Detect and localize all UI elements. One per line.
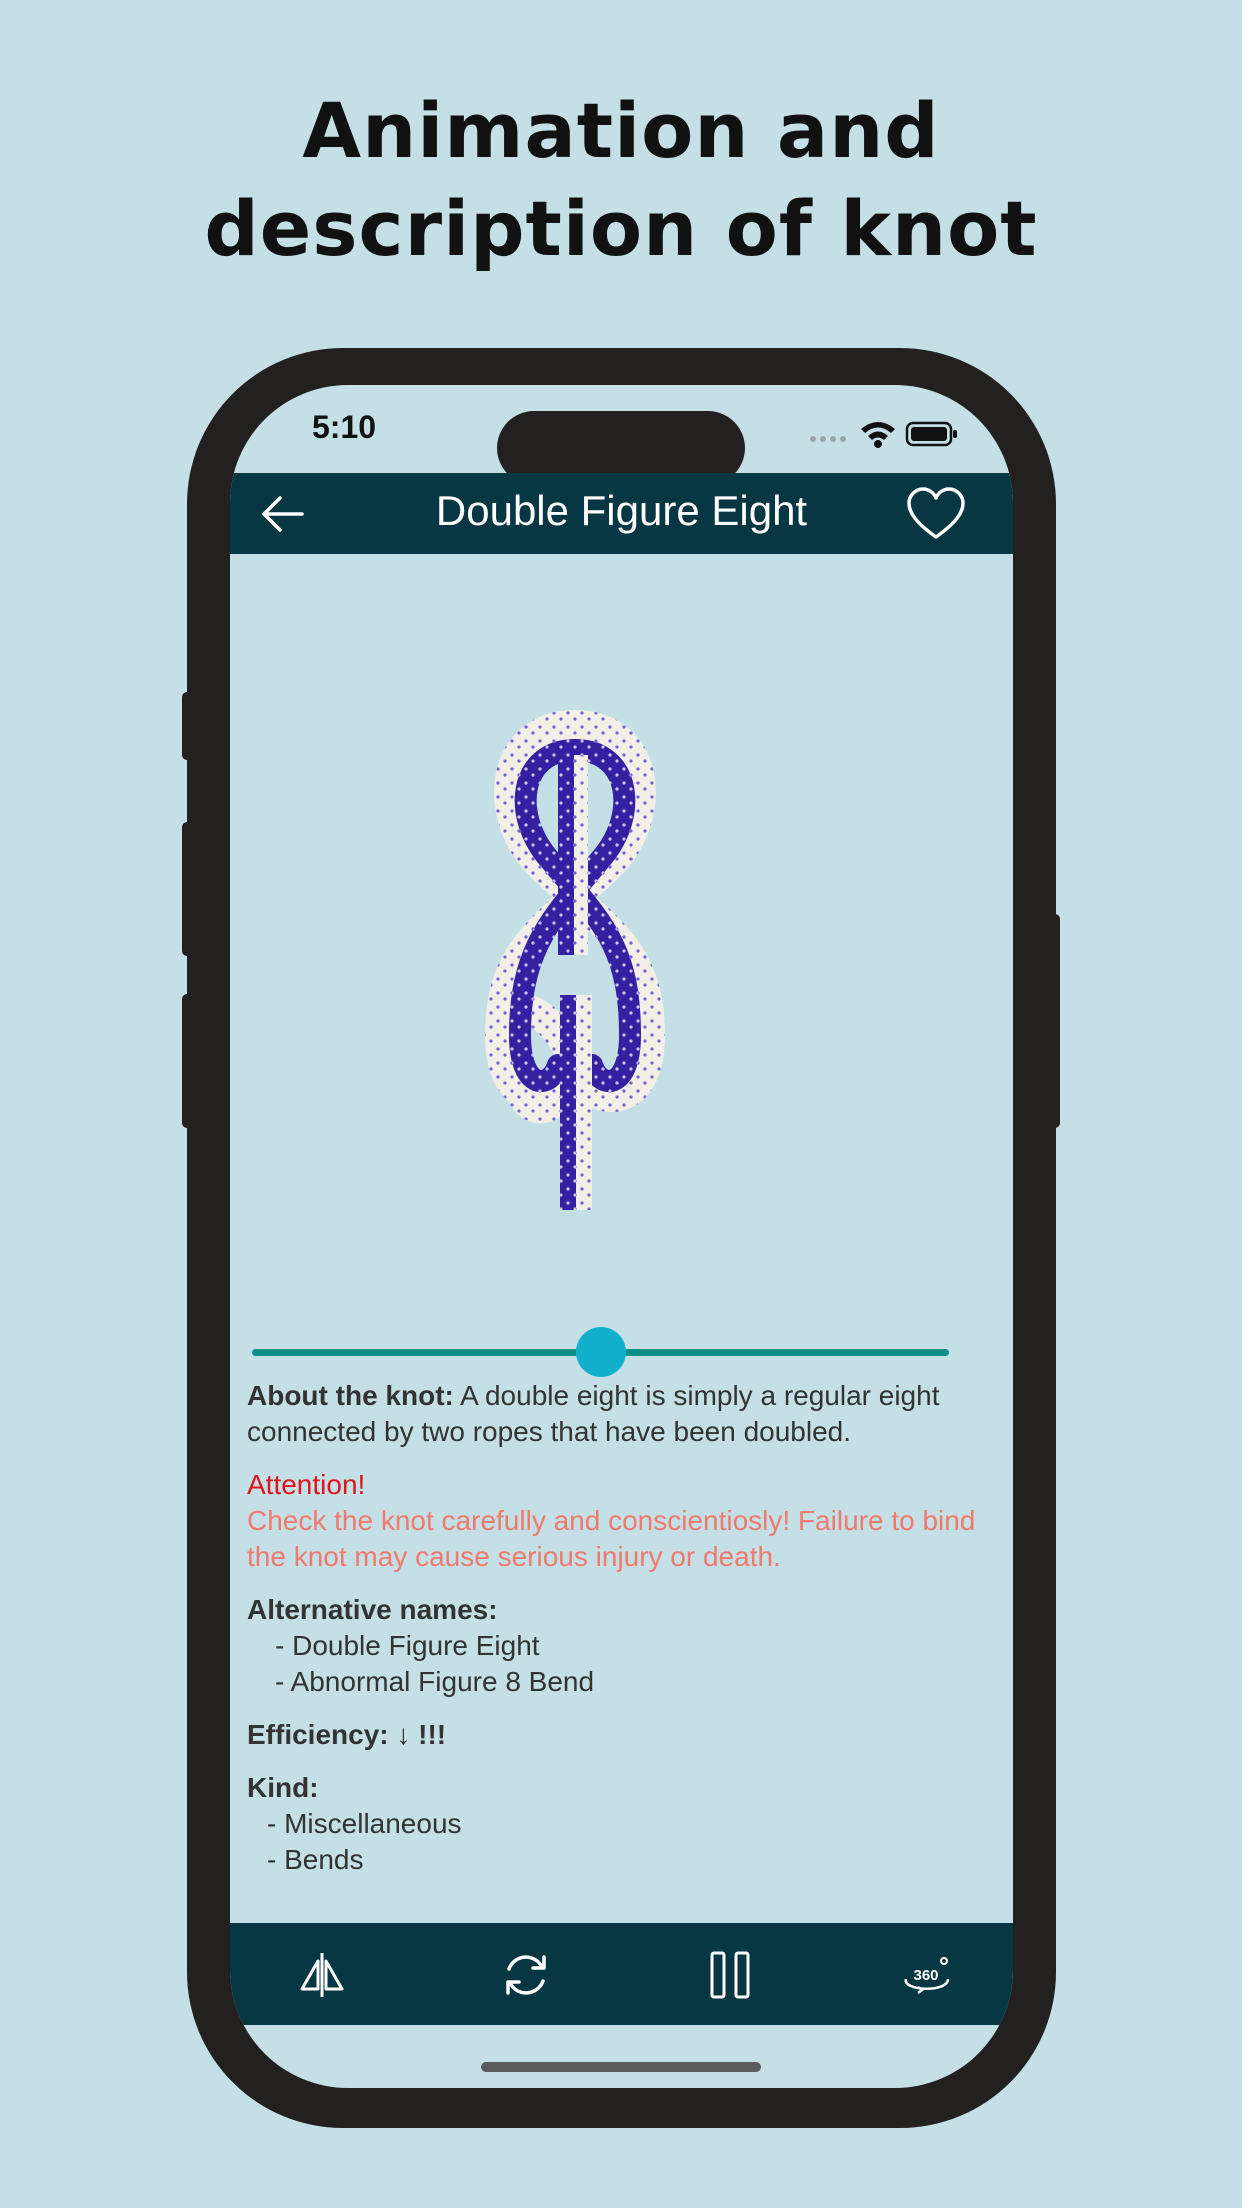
bottom-toolbar: 360	[230, 1923, 1013, 2025]
alternative-names-label: Alternative names:	[247, 1594, 498, 1625]
phone-volume-up-button	[182, 822, 192, 956]
attention-block: Attention! Check the knot carefully and …	[247, 1467, 997, 1575]
attention-text: Check the knot carefully and conscientio…	[247, 1505, 976, 1572]
kind-label: Kind:	[247, 1772, 319, 1803]
efficiency-label: Efficiency: ↓ !!!	[247, 1719, 447, 1750]
list-item: - Bends	[267, 1844, 364, 1875]
mirror-icon[interactable]	[296, 1949, 348, 2001]
alternative-names-block: Alternative names: - Double Figure Eight…	[247, 1592, 997, 1700]
page-title: Double Figure Eight	[435, 487, 808, 534]
wifi-icon	[861, 422, 895, 448]
repeat-icon[interactable]	[500, 1949, 552, 2001]
heart-outline-icon[interactable]	[907, 487, 965, 541]
rotate-360-icon[interactable]: 360	[900, 1949, 952, 2001]
status-time: 5:10	[312, 409, 377, 445]
attention-title: Attention!	[247, 1469, 366, 1500]
phone-action-button	[182, 692, 192, 760]
headline-line1: Animation and	[302, 86, 940, 175]
svg-text:360: 360	[913, 1967, 938, 1984]
list-item: - Abnormal Figure 8 Bend	[275, 1666, 595, 1697]
headline-line2: description of knot	[204, 184, 1038, 273]
home-indicator	[481, 2062, 761, 2072]
phone-volume-down-button	[182, 994, 192, 1128]
knot-description: About the knot: A double eight is simply…	[247, 1378, 997, 1895]
animation-progress-slider[interactable]	[252, 1323, 949, 1383]
phone-power-button	[1050, 914, 1060, 1128]
kind-block: Kind: - Miscellaneous - Bends	[247, 1770, 997, 1878]
status-icons	[803, 417, 963, 457]
list-item: - Double Figure Eight	[275, 1630, 540, 1661]
phone-screen: 5:10 Double Figure Eight About the knot:…	[230, 385, 1013, 2088]
headline: Animation and description of knot	[0, 82, 1242, 278]
slider-thumb[interactable]	[575, 1327, 626, 1377]
pause-icon[interactable]	[704, 1949, 756, 2001]
battery-icon	[905, 421, 957, 447]
list-item: - Miscellaneous	[267, 1808, 462, 1839]
signal-dots-icon	[810, 436, 846, 442]
about-label: About the knot:	[247, 1380, 454, 1411]
knot-animation	[484, 710, 666, 1210]
about-paragraph: About the knot: A double eight is simply…	[247, 1378, 997, 1450]
navbar: Double Figure Eight	[230, 473, 1013, 554]
